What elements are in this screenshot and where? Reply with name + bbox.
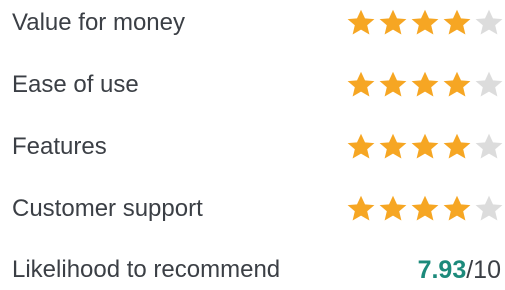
star-filled-icon — [346, 194, 376, 224]
rating-row-customer-support: Customer support — [12, 189, 504, 229]
star-rating — [344, 8, 504, 38]
rating-label: Features — [12, 133, 107, 160]
rating-row-value-for-money: Value for money — [12, 3, 504, 43]
star-filled-icon — [346, 132, 376, 162]
recommend-row: Likelihood to recommend 7.93/10 — [12, 250, 502, 290]
rating-row-features: Features — [12, 127, 504, 167]
rating-label: Customer support — [12, 195, 203, 222]
star-filled-icon — [378, 70, 408, 100]
star-empty-icon — [474, 132, 504, 162]
rating-row-ease-of-use: Ease of use — [12, 65, 504, 105]
recommend-label: Likelihood to recommend — [12, 256, 281, 283]
star-filled-icon — [378, 194, 408, 224]
star-rating — [344, 194, 504, 224]
star-rating — [344, 70, 504, 100]
star-filled-icon — [378, 8, 408, 38]
star-filled-icon — [346, 70, 376, 100]
star-filled-icon — [442, 8, 472, 38]
recommend-score-suffix: /10 — [466, 255, 501, 284]
star-filled-icon — [378, 132, 408, 162]
star-filled-icon — [410, 194, 440, 224]
star-empty-icon — [474, 70, 504, 100]
recommend-score-value: 7.93 — [417, 255, 467, 284]
star-filled-icon — [410, 132, 440, 162]
star-empty-icon — [474, 8, 504, 38]
ratings-panel: Value for money Ease of use Features Cus… — [0, 0, 505, 283]
rating-label: Value for money — [12, 9, 185, 36]
star-empty-icon — [474, 194, 504, 224]
star-filled-icon — [442, 194, 472, 224]
rating-label: Ease of use — [12, 71, 139, 98]
star-rating — [344, 132, 504, 162]
star-filled-icon — [346, 8, 376, 38]
star-filled-icon — [410, 70, 440, 100]
star-filled-icon — [442, 70, 472, 100]
star-filled-icon — [442, 132, 472, 162]
recommend-score: 7.93/10 — [417, 255, 501, 284]
star-filled-icon — [410, 8, 440, 38]
